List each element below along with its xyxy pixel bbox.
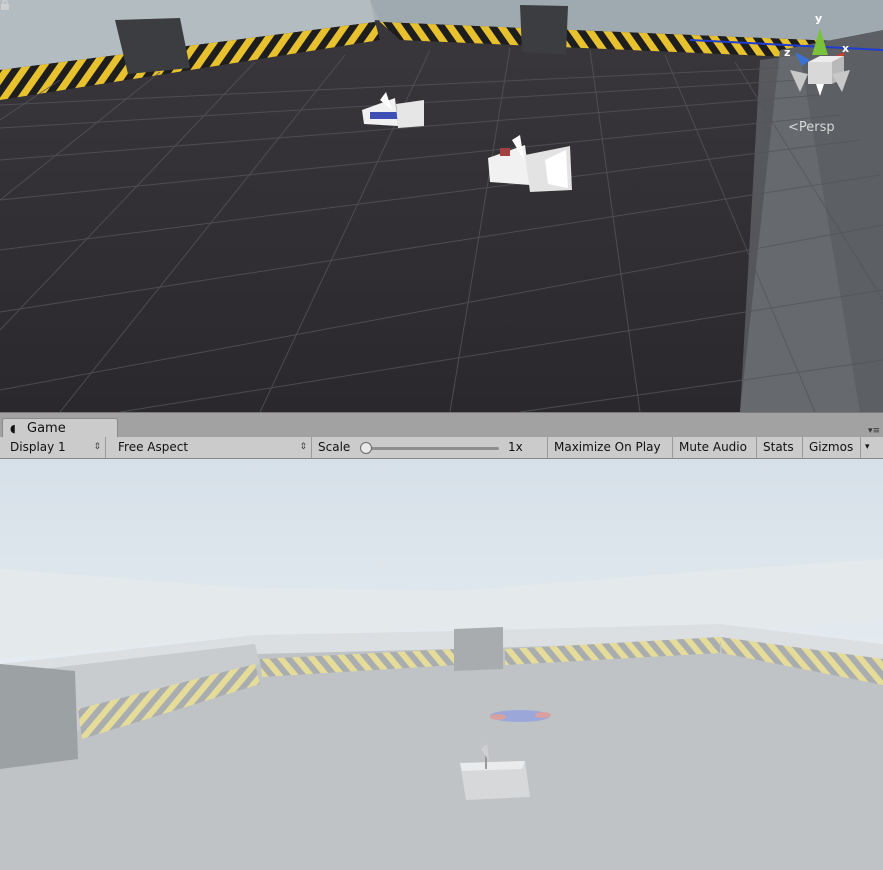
scene-view[interactable]: y x z <Persp — [0, 0, 883, 412]
tab-menu-icon[interactable]: ▾≡ — [868, 426, 880, 436]
scale-value: 1x — [508, 440, 523, 454]
mute-audio-button[interactable]: Mute Audio — [673, 437, 757, 458]
gizmos-button[interactable]: Gizmos — [803, 437, 861, 458]
updown-arrows-icon: ⇕ — [299, 442, 307, 452]
chevron-down-icon: ▾ — [865, 442, 870, 452]
stats-label: Stats — [763, 440, 794, 454]
gizmos-dropdown[interactable]: ▾ — [861, 437, 879, 458]
game-toolbar: Display 1 ⇕ Free Aspect ⇕ Scale 1x Maxim… — [0, 437, 883, 459]
scale-slider-track[interactable] — [366, 447, 499, 450]
tab-game[interactable]: ◖ Game — [2, 418, 118, 438]
updown-arrows-icon: ⇕ — [93, 442, 101, 452]
pacman-icon: ◖ — [10, 422, 16, 435]
mute-audio-label: Mute Audio — [679, 440, 747, 454]
gizmo-y-label: y — [815, 12, 823, 25]
game-tab-bar: ◖ Game ▾≡ — [0, 412, 883, 438]
chevron-left-icon: < — [788, 120, 799, 135]
tab-game-label: Game — [27, 421, 66, 436]
game-view[interactable] — [0, 459, 883, 870]
lock-icon[interactable] — [0, 0, 10, 10]
maximize-on-play-button[interactable]: Maximize On Play — [548, 437, 673, 458]
maximize-on-play-label: Maximize On Play — [554, 440, 661, 454]
gizmo-z-label: z — [784, 46, 791, 59]
gizmos-label: Gizmos — [809, 440, 854, 454]
scale-label: Scale — [318, 440, 351, 454]
scale-slider-thumb[interactable] — [360, 442, 372, 454]
gizmo-x-label: x — [842, 42, 850, 55]
display-dropdown[interactable]: Display 1 ⇕ — [4, 437, 106, 458]
aspect-dropdown[interactable]: Free Aspect ⇕ — [112, 437, 312, 458]
aspect-value: Free Aspect — [118, 440, 189, 454]
projection-label: Persp — [798, 120, 835, 135]
scene-render — [0, 0, 883, 412]
display-value: Display 1 — [10, 440, 66, 454]
game-render — [0, 459, 883, 870]
projection-toggle[interactable]: <Persp — [788, 120, 835, 135]
stats-button[interactable]: Stats — [757, 437, 803, 458]
